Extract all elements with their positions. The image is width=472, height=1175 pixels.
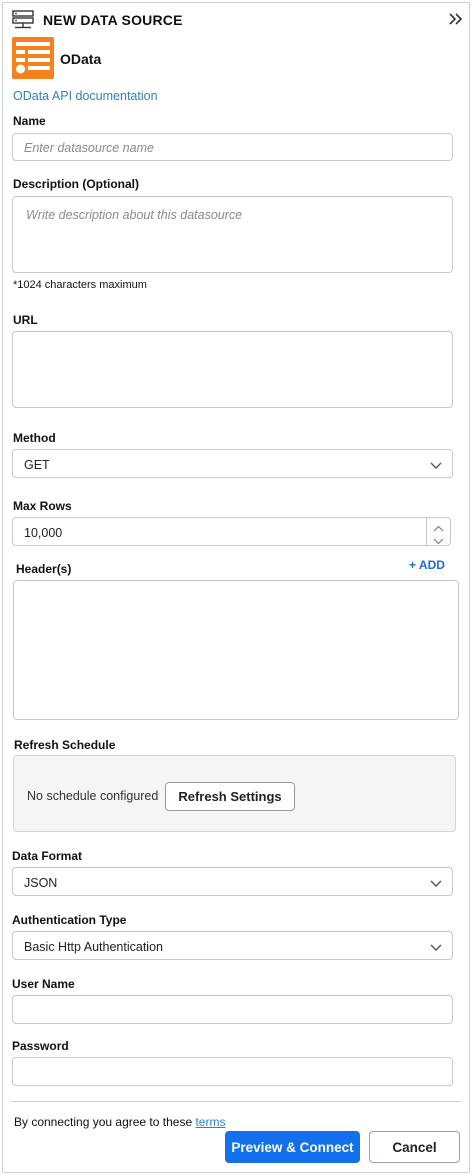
- data-format-select[interactable]: JSON: [12, 867, 453, 896]
- method-value: GET: [24, 458, 50, 472]
- add-header-button[interactable]: + ADD: [409, 558, 445, 572]
- max-rows-label: Max Rows: [13, 499, 72, 513]
- refresh-settings-button[interactable]: Refresh Settings: [165, 782, 295, 811]
- data-format-value: JSON: [24, 876, 58, 890]
- terms-notice: By connecting you agree to these terms: [14, 1115, 225, 1129]
- description-char-limit-note: *1024 characters maximum: [13, 279, 147, 291]
- chevron-down-icon: [430, 877, 442, 887]
- decrement-arrow-icon[interactable]: [433, 534, 444, 548]
- password-input[interactable]: [12, 1057, 453, 1086]
- cancel-button[interactable]: Cancel: [369, 1131, 460, 1163]
- odata-logo-icon: [12, 37, 54, 79]
- data-format-label: Data Format: [12, 849, 83, 863]
- auth-type-label: Authentication Type: [12, 913, 127, 927]
- new-datasource-panel: NEW DATA SOURCE OData OData API document…: [2, 2, 470, 1173]
- datasource-type-name: OData: [60, 51, 102, 67]
- url-textarea[interactable]: [12, 331, 453, 408]
- preview-connect-button[interactable]: Preview & Connect: [225, 1131, 360, 1163]
- auth-type-select[interactable]: Basic Http Authentication: [12, 931, 453, 960]
- method-select[interactable]: GET: [12, 449, 453, 478]
- terms-prefix: By connecting you agree to these: [14, 1115, 193, 1129]
- chevron-down-icon: [430, 459, 442, 469]
- method-label: Method: [13, 431, 56, 445]
- footer-divider: [11, 1101, 461, 1102]
- increment-arrow-icon[interactable]: [433, 521, 444, 535]
- description-label: Description (Optional): [13, 177, 139, 191]
- max-rows-input[interactable]: 10,000: [12, 517, 451, 546]
- panel-title: NEW DATA SOURCE: [43, 12, 183, 28]
- chevron-down-icon: [430, 941, 442, 951]
- database-server-icon: [12, 10, 34, 30]
- refresh-schedule-label: Refresh Schedule: [14, 738, 116, 752]
- username-label: User Name: [12, 977, 75, 991]
- username-input[interactable]: [12, 995, 453, 1024]
- max-rows-stepper: [426, 518, 450, 545]
- headers-label: Header(s): [16, 562, 72, 576]
- api-documentation-link[interactable]: OData API documentation: [13, 89, 158, 103]
- refresh-status-text: No schedule configured: [27, 789, 159, 803]
- double-chevron-right-icon[interactable]: [447, 11, 465, 27]
- max-rows-value: 10,000: [24, 526, 63, 540]
- name-label: Name: [13, 114, 46, 128]
- name-placeholder: Enter datasource name: [24, 141, 154, 155]
- name-input[interactable]: Enter datasource name: [12, 133, 453, 161]
- terms-link[interactable]: terms: [195, 1115, 225, 1129]
- description-textarea[interactable]: Write description about this datasource: [12, 196, 453, 273]
- refresh-schedule-box: No schedule configured Refresh Settings: [13, 755, 456, 832]
- description-placeholder: Write description about this datasource: [26, 208, 243, 222]
- url-label: URL: [13, 313, 38, 327]
- password-label: Password: [12, 1039, 69, 1053]
- headers-editor[interactable]: [13, 580, 459, 720]
- auth-type-value: Basic Http Authentication: [24, 940, 163, 954]
